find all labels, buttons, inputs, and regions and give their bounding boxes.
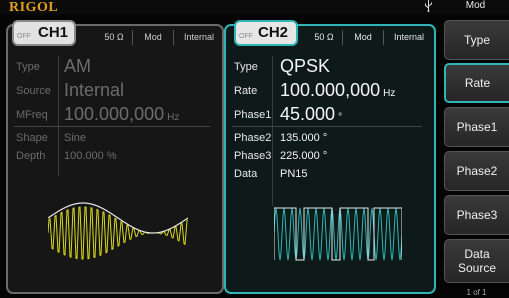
softkey-rate-label: Rate xyxy=(464,76,491,90)
softkey-data-source[interactable]: Data Source xyxy=(444,239,509,283)
ch1-type-label: Type xyxy=(16,61,40,73)
ch2-rate-unit: Hz xyxy=(383,88,396,99)
ch1-mfreq-value: 100.000,000 xyxy=(64,104,165,124)
ch2-panel[interactable]: OFF CH2 50 Ω Mod Internal Type QPSK Rate… xyxy=(224,20,436,294)
usb-icon xyxy=(424,0,433,15)
ch1-output-state: OFF xyxy=(17,33,31,40)
softkey-phase3-label: Phase3 xyxy=(456,208,498,222)
ch1-source: Internal xyxy=(173,30,224,45)
softkey-phase2-label: Phase2 xyxy=(456,164,498,178)
ch2-data-label: Data xyxy=(234,168,258,180)
ch2-data-value: PN15 xyxy=(280,168,308,180)
softkey-type[interactable]: Type xyxy=(444,20,509,60)
page-indicator: 1 of 1 xyxy=(466,288,487,297)
menu-title: Mod xyxy=(465,0,486,11)
ch2-phase2-value: 135.000 ° xyxy=(280,132,328,144)
ch1-mfreq-label: MFreq xyxy=(16,109,48,121)
ch2-info-bar: 50 Ω Mod Internal xyxy=(306,30,434,45)
ch2-source: Internal xyxy=(383,30,434,45)
ch1-source-value: Internal xyxy=(64,80,125,100)
ch1-source-label: Source xyxy=(16,85,51,97)
softkey-phase2[interactable]: Phase2 xyxy=(444,151,509,191)
ch2-qpsk-waveform xyxy=(274,207,402,261)
softkey-phase1-label: Phase1 xyxy=(456,120,498,134)
ch1-am-waveform xyxy=(48,202,188,260)
ch2-mode: Mod xyxy=(342,30,383,45)
ch2-impedance: 50 Ω xyxy=(314,32,334,42)
ch1-label: CH1 xyxy=(38,24,69,41)
ch1-tab[interactable]: OFF CH1 xyxy=(12,20,76,46)
ch2-phase3-value: 225.000 ° xyxy=(280,150,328,162)
ch1-type-value: AM xyxy=(64,56,91,76)
ch1-divider xyxy=(14,126,210,127)
ch2-type-value: QPSK xyxy=(280,56,331,76)
ch1-impedance: 50 Ω xyxy=(104,32,124,42)
ch2-label: CH2 xyxy=(258,24,289,41)
softkey-data-source-label: Data Source xyxy=(457,247,497,275)
softkey-rate[interactable]: Rate xyxy=(444,63,509,103)
ch2-rate-field[interactable]: 100.000,000 Hz xyxy=(280,80,395,101)
ch1-depth-label: Depth xyxy=(16,150,46,162)
ch1-info-bar: 50 Ω Mod Internal xyxy=(96,30,224,45)
ch2-rate-value: 100.000,000 xyxy=(280,80,381,100)
brand-logo: RIGOL xyxy=(9,0,59,15)
ch2-phase3-label: Phase3 xyxy=(234,150,272,162)
ch2-phase2-label: Phase2 xyxy=(234,132,272,144)
ch1-column-divider xyxy=(58,56,59,176)
ch2-phase1-label: Phase1 xyxy=(234,109,272,121)
softkey-phase1[interactable]: Phase1 xyxy=(444,107,509,147)
top-status-bar: RIGOL Mod xyxy=(0,0,509,15)
ch1-mfreq-unit: Hz xyxy=(167,112,180,123)
ch1-shape-value: Sine xyxy=(64,132,87,144)
ch2-phase1-unit: ° xyxy=(338,112,343,123)
ch2-type-label: Type xyxy=(234,61,258,73)
ch2-rate-label: Rate xyxy=(234,85,258,97)
softkey-type-label: Type xyxy=(463,33,490,47)
ch2-tab[interactable]: OFF CH2 xyxy=(234,20,298,46)
ch1-depth-value: 100.000 % xyxy=(64,150,117,162)
ch1-shape-label: Shape xyxy=(16,132,48,144)
ch1-panel[interactable]: OFF CH1 50 Ω Mod Internal Type AM Source… xyxy=(6,20,224,294)
ch1-mode: Mod xyxy=(132,30,173,45)
ch2-phase1-value: 45.000 xyxy=(280,104,336,124)
ch2-column-divider xyxy=(272,56,273,206)
ch2-output-state: OFF xyxy=(239,33,253,40)
ch2-phase1-field: 45.000 ° xyxy=(280,104,342,125)
softkey-phase3[interactable]: Phase3 xyxy=(444,195,509,235)
ch1-mfreq-field: 100.000,000 Hz xyxy=(64,104,179,125)
ch2-divider xyxy=(232,126,422,127)
